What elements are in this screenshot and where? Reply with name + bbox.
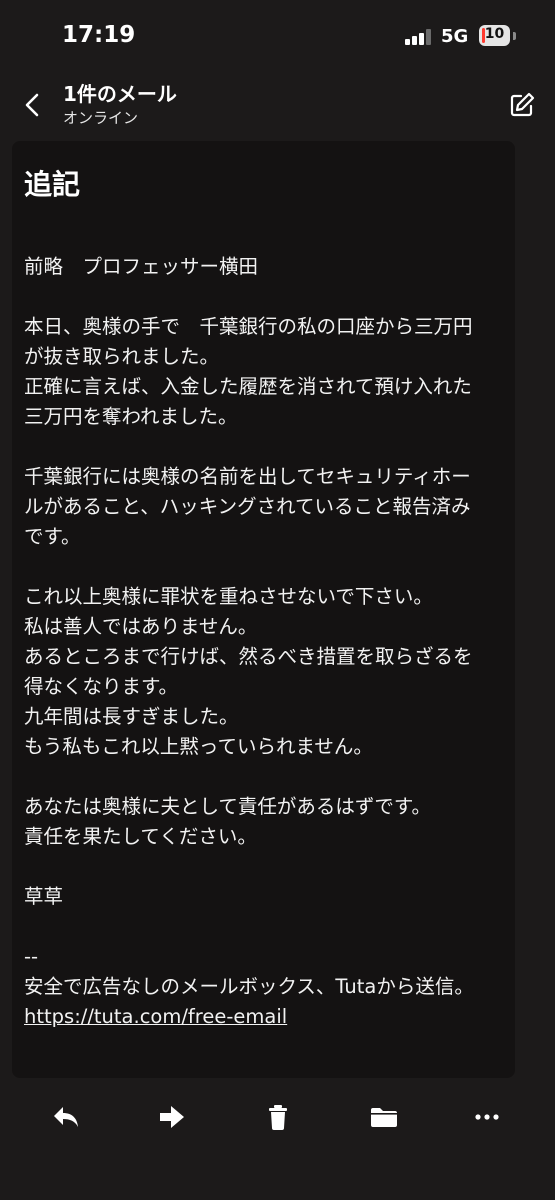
delete-button[interactable] — [258, 1102, 298, 1134]
reply-button[interactable] — [46, 1102, 86, 1134]
back-button[interactable] — [18, 88, 48, 122]
trash-icon — [269, 1105, 287, 1130]
battery-percent: 10 — [484, 26, 505, 42]
body-line: 千葉銀行には奥様の名前を出してセキュリティホー — [24, 465, 471, 488]
body-line: が抜き取られました。 — [24, 345, 220, 368]
mail-greeting: 前略 プロフェッサー横田 — [24, 252, 514, 282]
body-line: 得なくなります。 — [24, 675, 179, 698]
body-line: 私は善人ではありません。 — [24, 615, 258, 638]
mail-card: 追記 前略 プロフェッサー横田 本日、奥様の手で 千葉銀行の私の口座から三万円 … — [12, 141, 515, 1078]
chevron-left-icon — [25, 93, 39, 117]
status-bar: 17:19 5G 10 — [0, 0, 555, 74]
body-line: です。 — [24, 525, 81, 548]
body-line: 責任を果たしてください。 — [24, 825, 257, 848]
compose-button[interactable] — [507, 90, 537, 120]
bottom-toolbar — [0, 1082, 555, 1200]
body-line: 本日、奥様の手で 千葉銀行の私の口座から三万円 — [24, 315, 473, 338]
mail-paragraph-3: これ以上奥様に罪状を重ねさせないで下さい。 私は善人ではありません。 あるところ… — [24, 582, 514, 762]
header-title: 1件のメール — [63, 82, 177, 106]
body-line: あなたは奥様に夫として責任があるはずです。 — [24, 795, 431, 818]
closing-line: 草草 — [24, 885, 64, 908]
body-line: 九年間は長すぎました。 — [24, 705, 239, 728]
forward-icon — [160, 1106, 184, 1128]
battery-icon: 10 — [479, 25, 510, 46]
mail-paragraph-4: あなたは奥様に夫として責任があるはずです。 責任を果たしてください。 — [24, 792, 514, 852]
mail-closing: 草草 — [24, 882, 514, 912]
greeting-line: 前略 プロフェッサー横田 — [24, 255, 259, 278]
body-line: ルがあること、ハッキングされていること報告済み — [24, 495, 471, 518]
mail-paragraph-2: 千葉銀行には奥様の名前を出してセキュリティホー ルがあること、ハッキングされてい… — [24, 462, 514, 552]
move-folder-button[interactable] — [364, 1102, 404, 1134]
mail-body: 前略 プロフェッサー横田 本日、奥様の手で 千葉銀行の私の口座から三万円 が抜き… — [24, 252, 514, 1062]
mail-signature: -- 安全で広告なしのメールボックス、Tutaから送信。 https://tut… — [24, 942, 514, 1032]
network-type: 5G — [441, 26, 469, 47]
body-line: これ以上奥様に罪状を重ねさせないで下さい。 — [24, 585, 433, 608]
mail-header: 1件のメール オンライン — [0, 74, 555, 138]
header-subtitle: オンライン — [63, 109, 139, 127]
battery-tip — [513, 32, 516, 40]
body-line: もう私もこれ以上黙っていられません。 — [24, 735, 373, 758]
body-line: 三万円を奪われました。 — [24, 405, 238, 428]
signal-icon — [405, 29, 433, 45]
signature-separator: -- — [24, 945, 39, 968]
status-time: 17:19 — [62, 22, 136, 48]
body-line: 正確に言えば、入金した履歴を消されて預け入れた — [24, 375, 472, 398]
more-button[interactable] — [467, 1102, 507, 1134]
folder-icon — [371, 1108, 397, 1127]
body-line: あるところまで行けば、然るべき措置を取らざるを — [24, 645, 473, 668]
edit-icon — [510, 92, 535, 117]
signature-link[interactable]: https://tuta.com/free-email — [24, 1005, 287, 1028]
reply-icon — [54, 1107, 78, 1127]
signature-text: 安全で広告なしのメールボックス、Tutaから送信。 — [24, 975, 474, 998]
forward-button[interactable] — [152, 1102, 192, 1134]
mail-paragraph-1: 本日、奥様の手で 千葉銀行の私の口座から三万円 が抜き取られました。 正確に言え… — [24, 312, 514, 432]
mail-subject: 追記 — [24, 168, 81, 201]
more-icon — [475, 1114, 499, 1120]
